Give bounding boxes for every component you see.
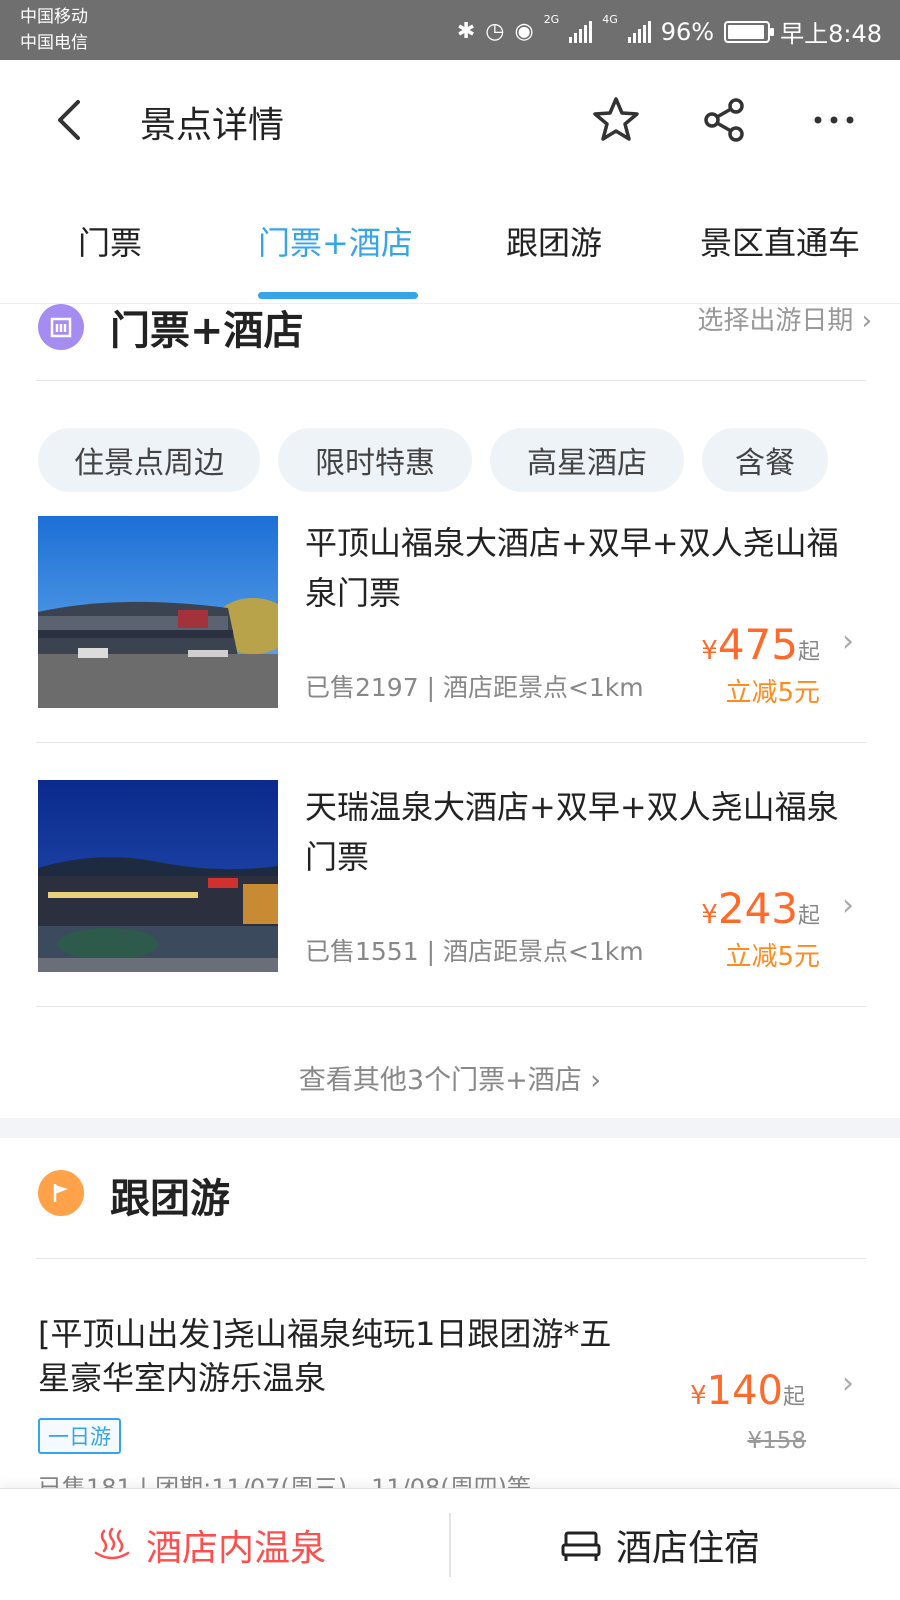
divider (449, 1513, 451, 1577)
battery-fill (728, 24, 765, 39)
hotel-photo (38, 516, 278, 708)
price-value: 243 (717, 884, 798, 933)
divider (36, 1258, 866, 1259)
divider (36, 380, 866, 381)
tab-ticket-hotel[interactable]: 门票+酒店 (258, 218, 413, 264)
filter-chip-meal[interactable]: 含餐 (702, 428, 828, 492)
more-button[interactable] (808, 94, 860, 146)
section-gap (0, 1118, 900, 1138)
carrier-primary: 中国移动 (20, 7, 88, 27)
currency: ¥ (690, 1381, 707, 1411)
status-bar: 中国移动 中国电信 ✱ ◷ ◉ 2G 4G 96% 早上8:48 (0, 0, 900, 60)
hotel-photo (38, 780, 278, 972)
tab-group-tour[interactable]: 跟团游 (506, 218, 602, 264)
sold-info: 已售1551 | 酒店距景点<1km (305, 937, 644, 966)
bottom-bar: 酒店内温泉 酒店住宿 (0, 1488, 900, 1600)
signal-icon (627, 20, 651, 43)
battery-percent: 96% (660, 17, 715, 46)
flag-icon (38, 1170, 84, 1216)
back-button[interactable] (50, 96, 90, 144)
chevron-right-icon: › (842, 1366, 854, 1401)
divider (36, 742, 866, 743)
carrier-secondary: 中国电信 (20, 33, 88, 53)
price-from: 起 (782, 1385, 805, 1410)
battery-icon (724, 20, 775, 43)
star-icon (593, 97, 639, 141)
filter-chip-limited-offer[interactable]: 限时特惠 (278, 428, 472, 492)
network-type-1: 2G (543, 13, 560, 26)
bed-icon (561, 1531, 601, 1561)
currency: ¥ (701, 636, 718, 666)
price: ¥243起 (701, 884, 820, 933)
hot-spring-label: 酒店内温泉 (146, 1528, 327, 1569)
hotel-stay-label: 酒店住宿 (616, 1528, 761, 1569)
back-arrow-icon (58, 100, 80, 140)
tab-tickets[interactable]: 门票 (78, 218, 142, 264)
category-tabs: 门票 门票+酒店 跟团游 景区直通车 (0, 180, 900, 304)
more-icon (814, 116, 854, 124)
share-icon (704, 98, 744, 142)
sold-info: 已售2197 | 酒店距景点<1km (305, 673, 644, 702)
hotel-stay-button[interactable]: 酒店住宿 (560, 1489, 760, 1600)
view-more-label: 查看其他3个门票+酒店 (298, 1065, 582, 1096)
nav-bar: 景点详情 (0, 60, 900, 180)
chevron-right-icon: › (842, 624, 854, 659)
eye-icon: ◉ (514, 19, 534, 44)
clock: 早上8:48 (780, 20, 882, 48)
section-title: 跟团游 (110, 1176, 230, 1222)
price: ¥475起 (701, 620, 820, 669)
price-value: 475 (717, 620, 798, 669)
favorite-button[interactable] (590, 94, 642, 146)
share-button[interactable] (698, 94, 750, 146)
signal-icon (569, 20, 593, 43)
discount-badge: 立减5元 (725, 942, 820, 972)
chevron-right-icon: › (842, 888, 854, 923)
hot-spring-icon (94, 1527, 130, 1560)
tour-title: [平顶山出发]尧山福泉纯玩1日跟团游*五星豪华室内游乐温泉 (38, 1315, 612, 1397)
chevron-right-icon: › (861, 306, 872, 336)
price: ¥140起 (690, 1368, 805, 1414)
price-from: 起 (797, 640, 820, 665)
bluetooth-icon: ✱ (456, 19, 476, 44)
view-more-link[interactable]: 查看其他3个门票+酒店 › (0, 1058, 900, 1097)
price-value: 140 (706, 1368, 783, 1414)
tour-tag: 一日游 (38, 1418, 121, 1454)
hotel-building-icon (38, 304, 84, 350)
product-card[interactable]: 天瑞温泉大酒店+双早+双人尧山福泉门票 ¥243起 › 已售1551 | 酒店距… (0, 780, 900, 980)
currency: ¥ (701, 900, 718, 930)
filter-chip-high-star[interactable]: 高星酒店 (490, 428, 684, 492)
original-price: ¥158 (747, 1428, 806, 1454)
choose-date-link[interactable]: 选择出游日期 › (697, 300, 872, 337)
price-from: 起 (797, 904, 820, 929)
hot-spring-button[interactable]: 酒店内温泉 (92, 1489, 326, 1600)
discount-badge: 立减5元 (725, 678, 820, 708)
tab-scenic-shuttle[interactable]: 景区直通车 (700, 218, 860, 264)
divider (36, 1006, 866, 1007)
tour-item[interactable]: [平顶山出发]尧山福泉纯玩1日跟团游*五星豪华室内游乐温泉 一日游 ¥140起 … (0, 1306, 900, 1502)
card-title: 平顶山福泉大酒店+双早+双人尧山福泉门票 (305, 524, 839, 612)
choose-date-label: 选择出游日期 (697, 306, 854, 336)
section-title: 门票+酒店 (110, 308, 304, 354)
filter-chip-nearby[interactable]: 住景点周边 (38, 428, 260, 492)
chevron-right-icon: › (590, 1065, 602, 1096)
page-title: 景点详情 (140, 105, 285, 146)
product-card[interactable]: 平顶山福泉大酒店+双早+双人尧山福泉门票 ¥475起 › 已售2197 | 酒店… (0, 516, 900, 716)
alarm-icon: ◷ (485, 19, 505, 44)
card-title: 天瑞温泉大酒店+双早+双人尧山福泉门票 (305, 788, 839, 876)
network-type-2: 4G (602, 13, 618, 26)
